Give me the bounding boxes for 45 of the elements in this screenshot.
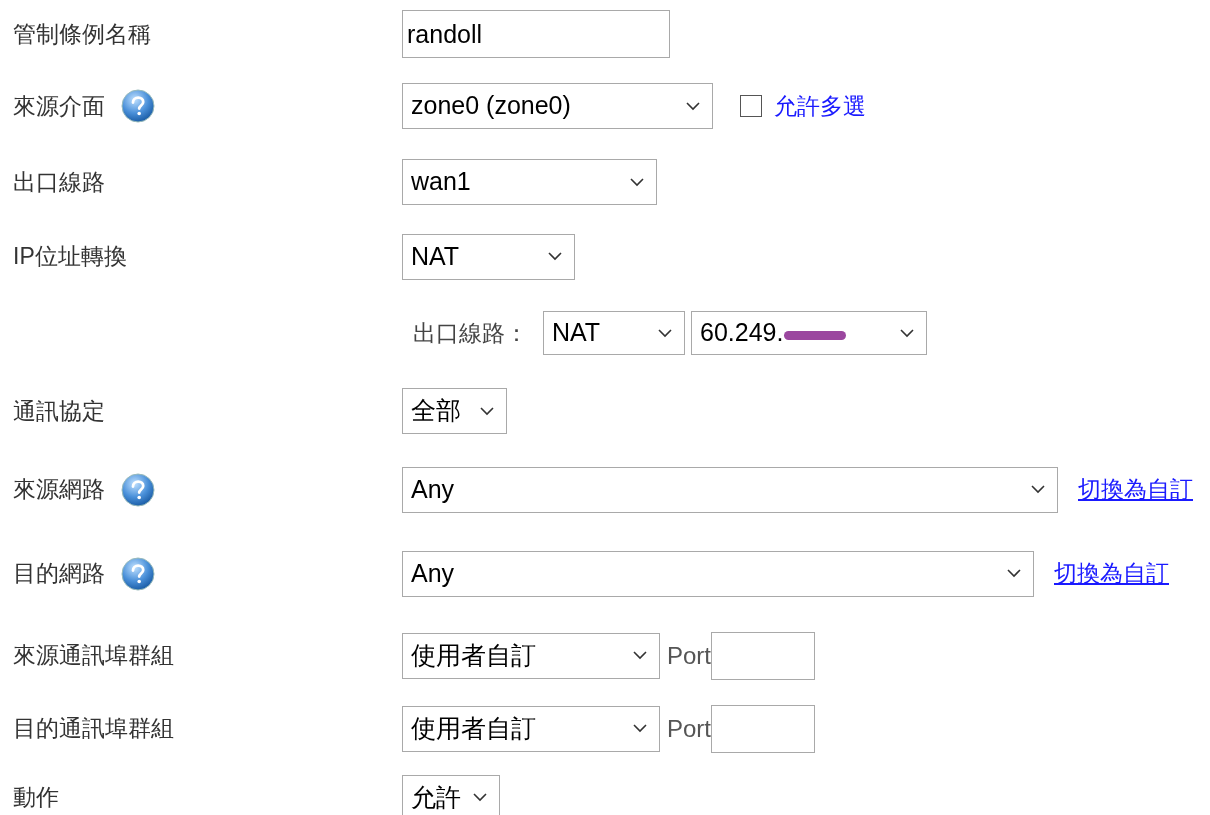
chevron-down-icon (548, 252, 562, 261)
port-label: Port (667, 640, 711, 671)
input-field[interactable]: randoll (402, 10, 670, 58)
dropdown-select[interactable]: zone0 (zone0) (402, 83, 713, 129)
field-label: 目的通訊埠群組 (13, 714, 174, 744)
chevron-down-icon (900, 328, 914, 338)
field-label: 來源網路 (13, 475, 105, 505)
checkbox[interactable] (740, 95, 762, 117)
dropdown-select[interactable]: Any (402, 466, 1058, 513)
chevron-down-icon (633, 724, 647, 733)
chevron-down-icon (1031, 485, 1045, 494)
chevron-down-icon (473, 793, 487, 802)
chevron-down-icon (686, 101, 700, 111)
dropdown-select[interactable]: Any (402, 550, 1034, 597)
dropdown-select[interactable]: wan1 (402, 159, 657, 205)
dropdown-select[interactable]: 全部 (402, 388, 507, 434)
dropdown-select[interactable]: 使用者自訂 (402, 705, 660, 752)
dropdown-select[interactable]: 60.249. (691, 311, 927, 355)
chevron-down-icon (658, 328, 672, 338)
port-input-field[interactable] (711, 631, 815, 680)
help-icon[interactable] (121, 472, 155, 507)
field-label: 來源介面 (13, 91, 105, 121)
checkbox-label[interactable]: 允許多選 (774, 88, 866, 124)
dropdown-select[interactable]: 使用者自訂 (402, 632, 660, 679)
chevron-down-icon (633, 651, 647, 660)
dropdown-select[interactable]: NAT (543, 311, 685, 355)
help-icon[interactable] (121, 89, 155, 123)
field-label: 通訊協定 (13, 396, 105, 426)
field-label: 來源通訊埠群組 (13, 641, 174, 671)
port-label: Port (667, 713, 711, 744)
field-label: 出口線路 (13, 167, 105, 197)
switch-link[interactable]: 切換為自訂 (1054, 556, 1169, 591)
field-label: 管制條例名稱 (13, 19, 151, 49)
dropdown-select[interactable]: 允許 (402, 774, 500, 815)
field-label: 出口線路： (413, 318, 529, 348)
chevron-down-icon (630, 177, 644, 187)
port-input-field[interactable] (711, 704, 815, 753)
field-label: 目的網路 (13, 559, 105, 589)
field-label: IP位址轉換 (13, 242, 127, 272)
field-label: 動作 (13, 783, 59, 813)
switch-link[interactable]: 切換為自訂 (1078, 472, 1193, 507)
dropdown-select[interactable]: NAT (402, 233, 575, 280)
help-icon[interactable] (121, 556, 155, 591)
chevron-down-icon (1007, 569, 1021, 578)
chevron-down-icon (480, 406, 494, 416)
